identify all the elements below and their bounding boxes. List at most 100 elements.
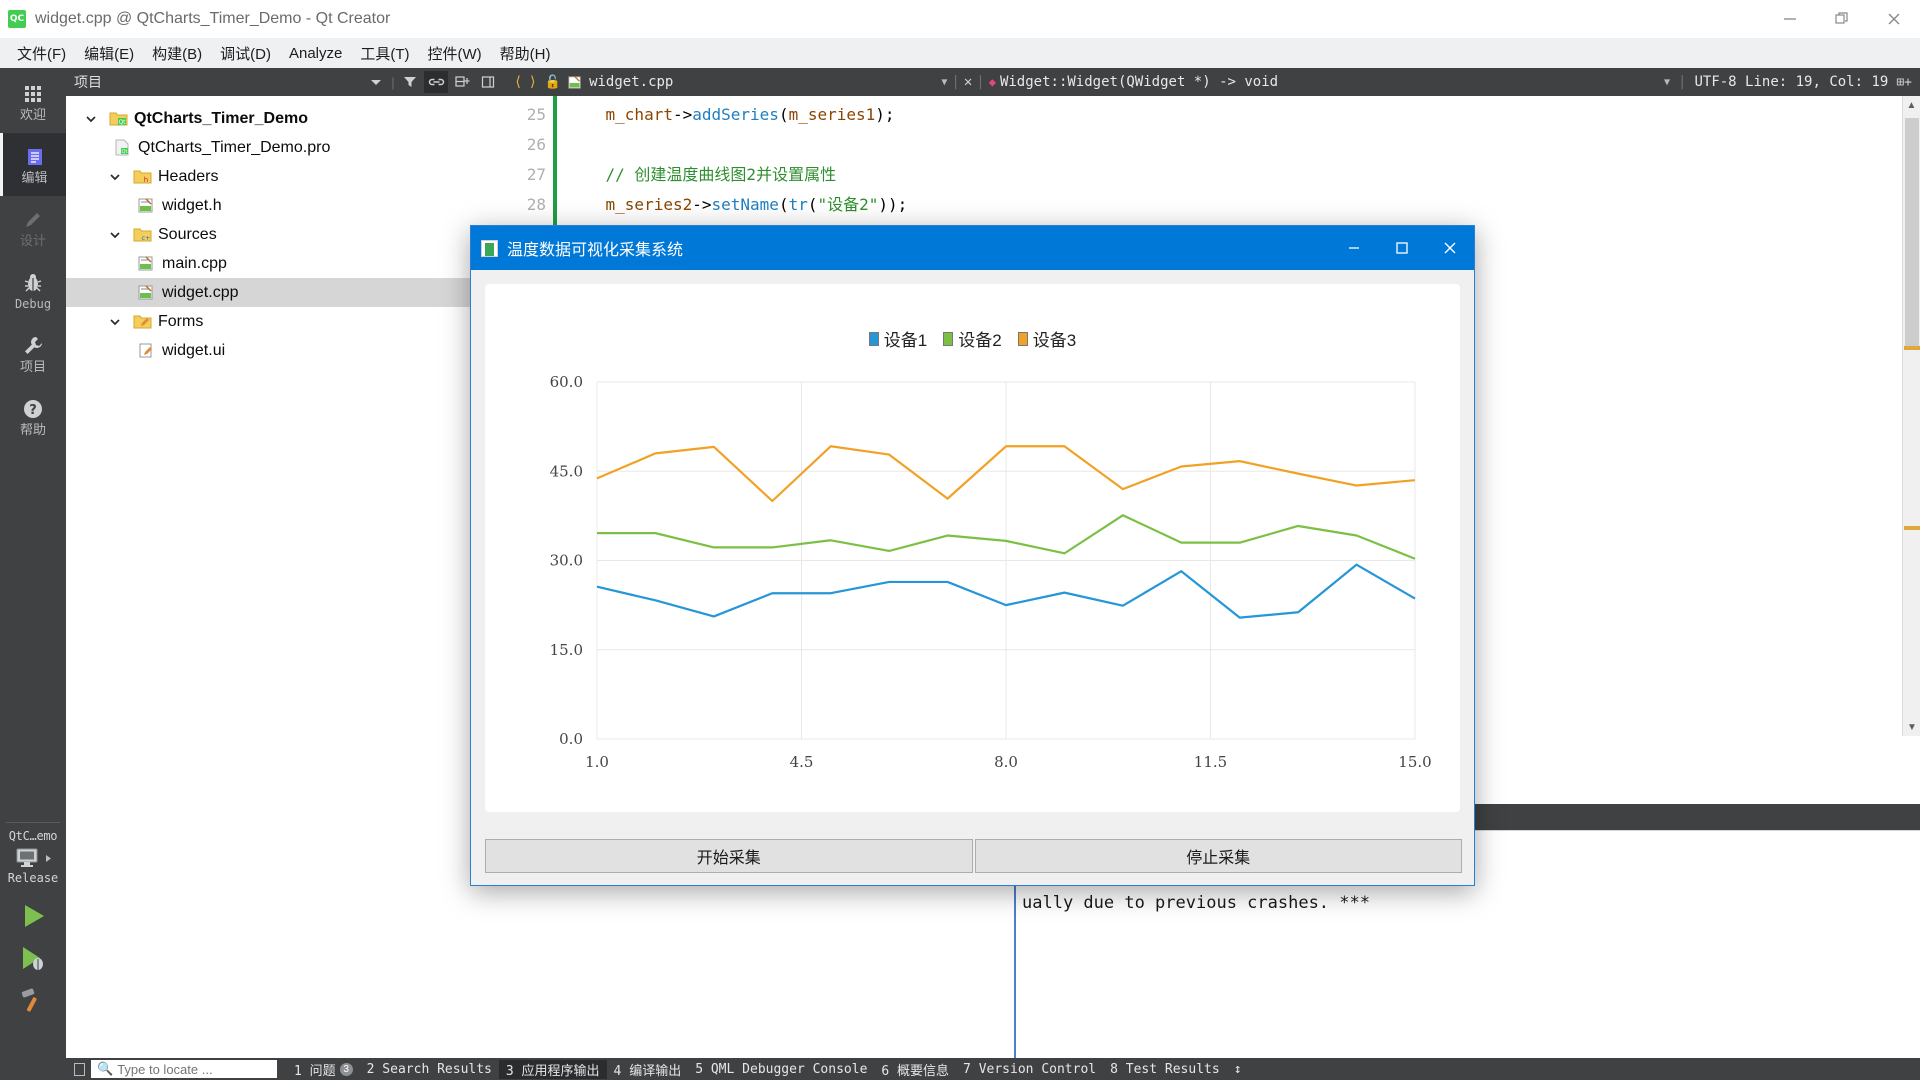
chart-plot-svg: 0.015.030.045.060.01.04.58.011.515.0 bbox=[485, 284, 1460, 812]
tree-item-forms[interactable]: Forms bbox=[66, 307, 504, 336]
kit-project-label: QtC…emo bbox=[9, 829, 57, 843]
scrollbar-thumb[interactable] bbox=[1905, 118, 1919, 348]
mode-debug[interactable]: Debug bbox=[0, 259, 66, 322]
expander-icon[interactable] bbox=[104, 229, 126, 241]
editor-symbol[interactable]: Widget::Widget(QWidget *) -> void bbox=[1000, 74, 1278, 90]
split-editor-icon[interactable]: ⊞+ bbox=[1896, 75, 1912, 90]
menu-file[interactable]: 文件(F) bbox=[8, 40, 75, 67]
dialog-footer: 开始采集 停止采集 bbox=[485, 839, 1462, 873]
menu-build[interactable]: 构建(B) bbox=[143, 40, 211, 67]
tree-item-sources[interactable]: c+ Sources bbox=[66, 220, 504, 249]
tree-item-main-cpp[interactable]: main.cpp bbox=[66, 249, 504, 278]
expander-icon[interactable] bbox=[80, 113, 102, 125]
output-line: ually due to previous crashes. *** bbox=[1022, 893, 1370, 913]
menu-analyze[interactable]: Analyze bbox=[280, 42, 351, 65]
mode-help[interactable]: ? 帮助 bbox=[0, 385, 66, 448]
chevron-down-icon[interactable] bbox=[364, 71, 388, 93]
start-debugging-button[interactable] bbox=[0, 937, 66, 979]
y-axis-tick-label: 0.0 bbox=[559, 730, 583, 748]
svg-text:?: ? bbox=[29, 403, 37, 418]
chevron-down-icon[interactable]: ▼ bbox=[941, 77, 947, 88]
output-tab-general-messages[interactable]: 6 概要信息 bbox=[874, 1060, 956, 1079]
output-tab-test-results[interactable]: 8 Test Results bbox=[1103, 1062, 1227, 1077]
mode-projects[interactable]: 项目 bbox=[0, 322, 66, 385]
output-tab-search-results[interactable]: 2 Search Results bbox=[360, 1062, 499, 1077]
divider: | bbox=[1678, 74, 1686, 90]
menu-tools[interactable]: 工具(T) bbox=[351, 40, 418, 67]
locator-input[interactable]: 🔍 bbox=[91, 1060, 277, 1078]
chevron-down-icon[interactable]: ▼ bbox=[1903, 718, 1920, 736]
link-icon[interactable] bbox=[424, 71, 448, 93]
filter-icon[interactable] bbox=[398, 71, 422, 93]
app-window-icon bbox=[481, 240, 498, 257]
qt-project-icon: Qt bbox=[108, 110, 128, 128]
output-tab-version-control[interactable]: 7 Version Control bbox=[956, 1062, 1103, 1077]
tree-item-label: widget.cpp bbox=[162, 284, 239, 302]
minimize-icon[interactable] bbox=[1330, 226, 1378, 270]
menu-edit[interactable]: 编辑(E) bbox=[75, 40, 143, 67]
tree-item-project[interactable]: Qt QtCharts_Timer_Demo bbox=[66, 104, 504, 133]
chevron-left-icon[interactable]: ⟨ bbox=[514, 74, 522, 90]
sidebar-toggle-icon[interactable] bbox=[74, 1063, 85, 1076]
project-tree: Qt QtCharts_Timer_Demo Qt QtCharts_Timer… bbox=[66, 96, 504, 365]
x-axis-tick-label: 15.0 bbox=[1398, 753, 1431, 771]
close-icon[interactable] bbox=[1868, 0, 1920, 38]
close-panel-icon[interactable] bbox=[476, 71, 500, 93]
mode-edit[interactable]: 编辑 bbox=[0, 133, 66, 196]
question-icon: ? bbox=[22, 397, 44, 421]
editor-scrollbar[interactable]: ▲ ▼ bbox=[1902, 96, 1920, 736]
output-tab-compile-output[interactable]: 4 编译输出 bbox=[607, 1060, 689, 1079]
restore-icon[interactable] bbox=[1816, 0, 1868, 38]
temperature-chart[interactable]: 设备1 设备2 设备3 0.015.030.045.060.01.04.58.0… bbox=[485, 284, 1460, 812]
editor-filename[interactable]: widget.cpp bbox=[589, 74, 673, 90]
temperature-dialog[interactable]: 温度数据可视化采集系统 bbox=[470, 225, 1475, 886]
tree-item-widget-h[interactable]: widget.h bbox=[66, 191, 504, 220]
lock-icon[interactable]: 🔓 bbox=[545, 75, 561, 90]
menu-widgets[interactable]: 控件(W) bbox=[419, 40, 491, 67]
run-button[interactable] bbox=[0, 895, 66, 937]
output-tab-application-output[interactable]: 3 应用程序输出 bbox=[499, 1060, 607, 1079]
kit-selector[interactable]: QtC…emo Release bbox=[0, 823, 66, 885]
editor-toolbar: ⟨ ⟩ 🔓 widget.cpp ▼ | ✕ | ◆ Widget::Widge… bbox=[504, 68, 1920, 96]
mode-design[interactable]: 设计 bbox=[0, 196, 66, 259]
divider: | bbox=[951, 74, 959, 90]
mode-welcome[interactable]: 欢迎 bbox=[0, 70, 66, 133]
start-collection-button[interactable]: 开始采集 bbox=[485, 839, 973, 873]
line-number: 27 bbox=[504, 160, 552, 190]
expander-icon[interactable] bbox=[104, 316, 126, 328]
chevron-up-icon[interactable]: ▲ bbox=[1903, 96, 1920, 114]
divider: | bbox=[390, 71, 396, 93]
tree-item-headers[interactable]: h Headers bbox=[66, 162, 504, 191]
tree-item-widget-cpp[interactable]: widget.cpp bbox=[66, 278, 504, 307]
menu-help[interactable]: 帮助(H) bbox=[491, 40, 560, 67]
line-number: 28 bbox=[504, 190, 552, 220]
output-tab-qml-debugger-console[interactable]: 5 QML Debugger Console bbox=[688, 1062, 874, 1077]
chevron-right-icon[interactable]: ⟩ bbox=[528, 74, 536, 90]
output-tab-issues[interactable]: 1 问题 3 bbox=[287, 1060, 360, 1079]
updown-arrows-icon[interactable]: ↕ bbox=[1227, 1062, 1249, 1077]
x-axis-tick-label: 8.0 bbox=[994, 753, 1018, 771]
mode-help-label: 帮助 bbox=[20, 423, 46, 437]
search-input[interactable] bbox=[117, 1062, 267, 1077]
pencil-icon bbox=[22, 208, 44, 232]
close-icon[interactable]: ✕ bbox=[964, 74, 972, 90]
tree-item-widget-ui[interactable]: widget.ui bbox=[66, 336, 504, 365]
close-icon[interactable] bbox=[1426, 226, 1474, 270]
expander-icon[interactable] bbox=[104, 171, 126, 183]
tree-item-label: widget.h bbox=[162, 197, 222, 215]
split-icon[interactable] bbox=[450, 71, 474, 93]
tree-item-label: Forms bbox=[158, 313, 203, 331]
minimize-icon[interactable] bbox=[1764, 0, 1816, 38]
project-panel: 项目 | bbox=[66, 68, 504, 1058]
tree-item-pro-file[interactable]: Qt QtCharts_Timer_Demo.pro bbox=[66, 133, 504, 162]
svg-text:Qt: Qt bbox=[122, 149, 128, 155]
chevron-down-icon[interactable]: ▼ bbox=[1664, 77, 1670, 88]
menu-debug[interactable]: 调试(D) bbox=[211, 40, 280, 67]
stop-collection-button[interactable]: 停止采集 bbox=[975, 839, 1463, 873]
desktop-icon bbox=[14, 847, 52, 869]
x-axis-tick-label: 4.5 bbox=[790, 753, 814, 771]
ui-file-icon bbox=[136, 342, 156, 360]
tree-item-label: widget.ui bbox=[162, 342, 225, 360]
maximize-icon[interactable] bbox=[1378, 226, 1426, 270]
build-button[interactable] bbox=[0, 979, 66, 1021]
